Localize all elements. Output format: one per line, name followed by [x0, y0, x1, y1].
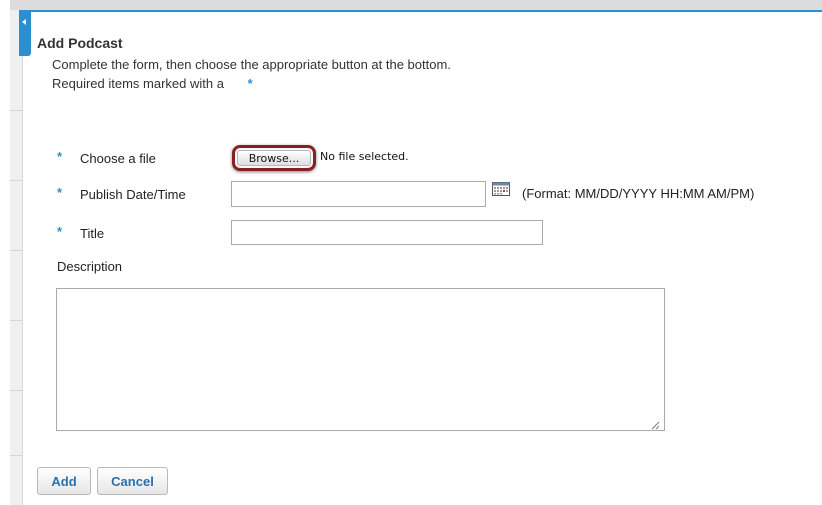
date-format-hint: (Format: MM/DD/YYYY HH:MM AM/PM)	[522, 186, 755, 201]
rail-divider	[10, 250, 22, 251]
rail-divider	[10, 320, 22, 321]
form-instructions: Complete the form, then choose the appro…	[52, 57, 451, 72]
title-input[interactable]	[231, 220, 543, 245]
page-title: Add Podcast	[37, 35, 123, 51]
required-marker: *	[247, 76, 253, 91]
window-top-frame	[10, 0, 822, 10]
file-status: No file selected.	[320, 150, 409, 163]
left-rail	[10, 10, 23, 505]
rail-divider	[10, 390, 22, 391]
required-marker: *	[57, 185, 63, 200]
description-textarea[interactable]	[56, 288, 665, 431]
resize-grip-icon[interactable]	[650, 417, 660, 430]
browse-highlight: Browse...	[232, 145, 316, 171]
rail-divider	[10, 180, 22, 181]
required-marker: *	[57, 149, 63, 164]
rail-divider	[10, 455, 22, 456]
calendar-icon[interactable]	[492, 182, 510, 196]
collapse-arrow-icon	[22, 19, 26, 25]
description-label: Description	[57, 259, 123, 274]
browse-button[interactable]: Browse...	[237, 150, 311, 166]
cancel-button[interactable]: Cancel	[97, 467, 168, 495]
header-accent-line	[22, 10, 822, 12]
rail-divider	[10, 110, 22, 111]
required-note: Required items marked with a *	[52, 76, 253, 91]
publish-date-label: Publish Date/Time	[80, 187, 186, 202]
choose-file-label: Choose a file	[80, 151, 156, 166]
collapse-tool-menu-button[interactable]	[19, 10, 31, 56]
required-note-text: Required items marked with a	[52, 76, 224, 91]
title-label: Title	[80, 226, 105, 241]
publish-date-input[interactable]	[231, 181, 486, 207]
required-marker: *	[57, 224, 63, 239]
add-button[interactable]: Add	[37, 467, 91, 495]
